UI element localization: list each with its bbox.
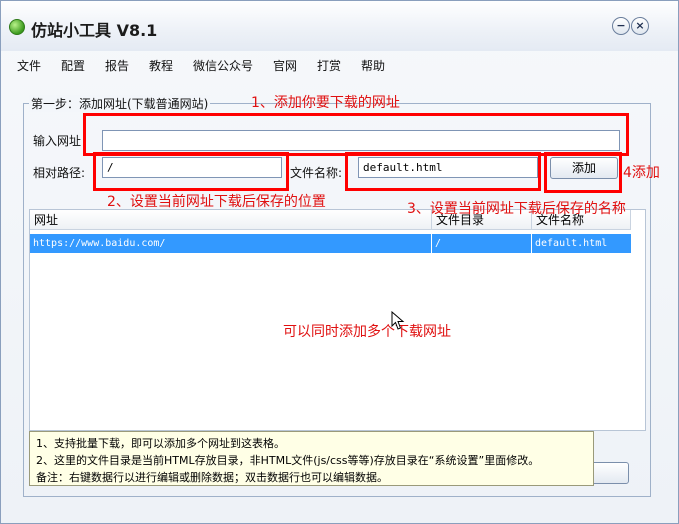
table-row[interactable]: https://www.baidu.com/ / default.html: [30, 234, 631, 253]
annotation-step3: 3、设置当前网址下载后保存的名称: [407, 201, 626, 217]
annotation-multi: 可以同时添加多个下载网址: [283, 324, 451, 340]
menu-config[interactable]: 配置: [61, 57, 85, 74]
close-icon[interactable]: ×: [631, 17, 649, 35]
menu-report[interactable]: 报告: [105, 57, 129, 74]
menu-bar: 文件 配置 报告 教程 微信公众号 官网 打赏 帮助: [1, 53, 678, 75]
partially-hidden-button[interactable]: [591, 462, 629, 484]
annotation-step4: 4添加: [623, 165, 660, 181]
url-label: 输入网址: [33, 134, 82, 148]
menu-help[interactable]: 帮助: [361, 57, 385, 74]
app-window: 仿站小工具 V8.1 − × 文件 配置 报告 教程 微信公众号 官网 打赏 帮…: [0, 0, 679, 524]
app-icon: [9, 19, 25, 35]
cell-url: https://www.baidu.com/: [30, 234, 432, 253]
tip-line: 备注：右键数据行以进行编辑或删除数据；双击数据行也可以编辑数据。: [36, 471, 388, 484]
menu-donate[interactable]: 打赏: [317, 57, 341, 74]
tips-panel: 1、支持批量下载，即可以添加多个网址到这表格。 2、这里的文件目录是当前HTML…: [29, 431, 594, 486]
filename-label: 文件名称:: [290, 166, 343, 180]
tip-line: 1、支持批量下载，即可以添加多个网址到这表格。: [36, 437, 285, 450]
cell-filename: default.html: [535, 238, 608, 249]
title-bar[interactable]: 仿站小工具 V8.1 − ×: [1, 1, 678, 51]
annotation-box-path: [93, 152, 289, 191]
mouse-cursor-icon: [391, 311, 405, 330]
annotation-step1: 1、添加你要下载的网址: [251, 95, 400, 111]
annotation-step2: 2、设置当前网址下载后保存的位置: [107, 194, 326, 210]
annotation-box-url: [83, 113, 629, 156]
menu-file[interactable]: 文件: [17, 57, 41, 74]
group-legend: 第一步：添加网址(下载普通网站): [29, 95, 211, 112]
window-title: 仿站小工具 V8.1: [31, 21, 158, 40]
annotation-box-add: [544, 152, 622, 193]
column-header-url[interactable]: 网址: [30, 210, 432, 230]
minimize-icon[interactable]: −: [612, 17, 630, 35]
tip-line: 2、这里的文件目录是当前HTML存放目录，非HTML文件(js/css等等)存放…: [36, 454, 540, 467]
path-label: 相对路径:: [33, 166, 86, 180]
menu-wechat[interactable]: 微信公众号: [193, 57, 253, 74]
menu-tutorial[interactable]: 教程: [149, 57, 173, 74]
url-table: 网址 文件目录 文件名称 https://www.baidu.com/ / de…: [29, 209, 646, 431]
annotation-box-filename: [345, 152, 541, 191]
menu-website[interactable]: 官网: [273, 57, 297, 74]
cell-dir: /: [432, 234, 532, 253]
